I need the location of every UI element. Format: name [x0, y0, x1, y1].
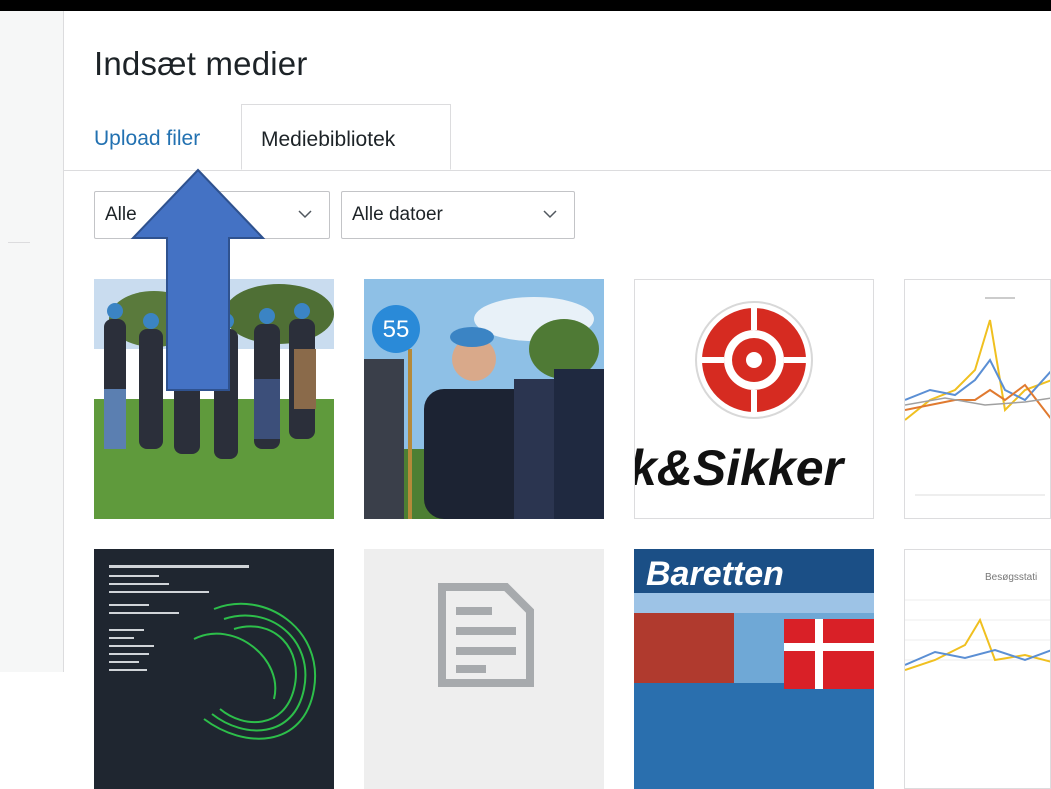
file-icon [364, 549, 604, 789]
chevron-down-icon [298, 210, 312, 219]
media-thumbnail[interactable]: Besøgsstati [904, 549, 1051, 789]
media-thumbnail[interactable]: k&Sikker [634, 279, 874, 519]
chart-thumbnail-image: Besøgsstati [905, 550, 1050, 788]
sign-number: 55 [383, 316, 410, 343]
chevron-down-icon [543, 210, 557, 219]
media-thumbnail[interactable] [94, 549, 334, 789]
logo-image: k&Sikker [635, 280, 873, 518]
left-sidebar [0, 11, 64, 672]
date-filter-label: Alle datoer [352, 204, 443, 225]
media-thumbnail[interactable] [364, 549, 604, 789]
modal-title: Indsæt medier [94, 45, 308, 82]
document-thumbnail-image [94, 549, 334, 789]
chart-thumbnail-image [905, 280, 1050, 518]
veteran-photo: 55 [364, 279, 604, 519]
magazine-cover-image: Baretten [634, 549, 874, 789]
chart-thumbnail-title: Besøgsstati [985, 572, 1037, 583]
media-thumbnail[interactable] [904, 279, 1051, 519]
top-bar [0, 0, 1051, 11]
media-thumbnail[interactable]: Baretten [634, 549, 874, 789]
date-filter[interactable]: Alle datoer [341, 191, 575, 239]
magazine-title: Baretten [646, 555, 784, 593]
up-arrow-icon [130, 168, 266, 391]
media-thumbnail[interactable]: 55 [364, 279, 604, 519]
logo-text: k&Sikker [635, 440, 846, 496]
sidebar-divider [8, 242, 30, 243]
tab-media-library[interactable]: Mediebibliotek [241, 104, 451, 170]
modal-tabs: Upload filer Mediebibliotek [64, 104, 1051, 171]
tab-upload-files[interactable]: Upload filer [94, 104, 200, 170]
